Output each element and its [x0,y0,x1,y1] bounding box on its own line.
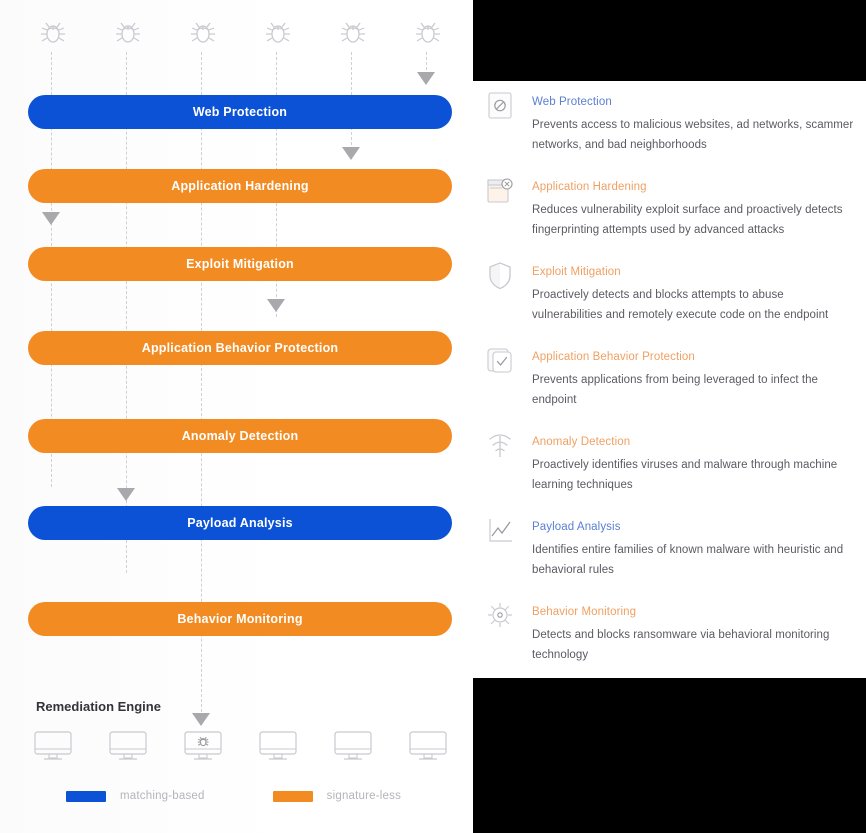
legend-item-matching-based: matching-based [66,790,205,802]
layer-band-payload-analysis[interactable]: Payload Analysis [28,506,452,540]
bug-icon [37,16,69,48]
description-text: Proactively detects and blocks attempts … [532,289,829,321]
description-text: Detects and blocks ransomware via behavi… [532,629,830,661]
description-body: Web Protection Prevents access to malicio… [532,95,856,155]
layer-band-exploit-mitigation[interactable]: Exploit Mitigation [28,247,452,281]
layer-band-application-hardening[interactable]: Application Hardening [28,169,452,203]
description-title: Exploit Mitigation [532,266,621,278]
layer-band-label: Application Behavior Protection [141,341,339,355]
description-body: Application Behavior Protection Prevents … [532,350,856,410]
monitor-icon [332,730,374,764]
layer-band-behavior-monitoring[interactable]: Behavior Monitoring [28,602,452,636]
layer-band-label: Application Hardening [171,179,309,193]
monitor-icon [257,730,299,764]
flow-arrow-2 [342,147,360,160]
description-entry-application-hardening: Application Hardening Reduces vulnerabili… [486,178,856,240]
crosshair-icon [486,601,516,631]
legend-swatch [272,790,313,802]
description-title: Behavior Monitoring [532,606,637,618]
flow-arrow-5 [117,488,135,501]
layer-band-web-protection[interactable]: Web Protection [28,95,452,129]
bug-icon [337,16,369,48]
description-entry-behavior-monitoring: Behavior Monitoring Detects and blocks ra… [486,603,856,665]
description-title: Web Protection [532,96,612,108]
remediation-engine-title: Remediation Engine [36,699,161,714]
layer-band-label: Exploit Mitigation [186,257,294,271]
description-body: Application Hardening Reduces vulnerabili… [532,180,856,240]
description-text: Prevents access to malicious websites, a… [532,119,854,151]
monitor-icon [32,730,74,764]
description-body: Exploit Mitigation Proactively detects an… [532,265,856,325]
description-entry-payload-analysis: Payload Analysis Identifies entire famili… [486,519,856,580]
monitor-icon [107,730,149,764]
flow-arrow-3 [42,212,60,225]
window-block-icon [486,176,516,206]
bug-icon [412,16,444,48]
descriptions-panel: Web Protection Prevents access to malicio… [473,81,866,678]
signal-waves-icon [486,431,516,461]
description-entry-anomaly-detection: Anomaly Detection Proactively identifies … [486,434,856,495]
checkbox-stack-icon [486,346,516,376]
description-text: Proactively identifies viruses and malwa… [532,459,838,491]
line-chart-icon [486,516,516,546]
layer-band-label: Behavior Monitoring [177,612,303,626]
description-text: Identifies entire families of known malw… [532,544,844,576]
no-entry-icon [486,91,516,121]
description-title: Payload Analysis [532,521,621,533]
legend-label: signature-less [326,790,402,802]
description-text: Prevents applications from being leverag… [532,374,818,406]
flow-arrow-1 [417,72,435,85]
description-entry-exploit-mitigation: Exploit Mitigation Proactively detects an… [486,262,856,325]
layer-band-application-behavior-protection[interactable]: Application Behavior Protection [28,331,452,365]
description-text: Reduces vulnerability exploit surface an… [532,204,843,236]
description-entry-application-behavior-protection: Application Behavior Protection Prevents … [486,348,856,410]
description-body: Behavior Monitoring Detects and blocks ra… [532,605,856,665]
legend-swatch [66,790,106,802]
shield-icon [486,261,516,291]
description-body: Payload Analysis Identifies entire famili… [532,520,856,580]
monitor-infected-icon [182,730,224,764]
description-title: Anomaly Detection [532,436,631,448]
legend-item-signature-less: signature-less [272,790,402,802]
description-title: Application Hardening [532,181,647,193]
layer-band-label: Payload Analysis [187,516,293,530]
flow-arrow-4 [267,299,285,312]
legend: matching-based signature-less [66,790,401,802]
description-title: Application Behavior Protection [532,351,695,363]
flow-arrow-6 [192,713,210,726]
top-letterbox-bar [473,0,866,81]
legend-label: matching-based [120,790,205,802]
bottom-letterbox-bar [473,678,866,833]
description-entry-web-protection: Web Protection Prevents access to malicio… [486,92,856,155]
monitor-icon [407,730,449,764]
bug-icon [112,16,144,48]
layer-band-label: Web Protection [192,105,288,119]
bug-icon [187,16,219,48]
bug-icon [262,16,294,48]
guide-line-6 [426,52,427,70]
protection-layers-diagram: Web Protection Application Hardening Explo… [0,0,473,833]
layer-band-anomaly-detection[interactable]: Anomaly Detection [28,419,452,453]
description-body: Anomaly Detection Proactively identifies … [532,435,856,495]
layer-band-label: Anomaly Detection [181,429,299,443]
